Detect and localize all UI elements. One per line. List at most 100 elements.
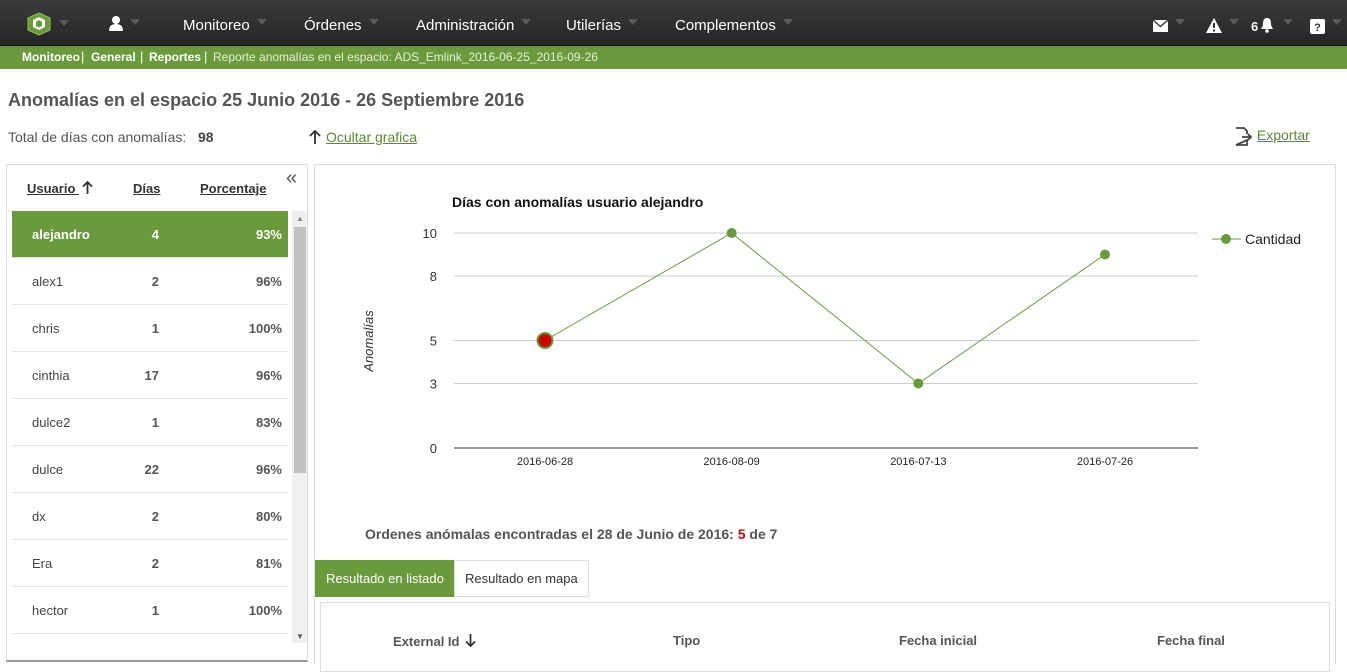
user-cell: cinthia (32, 368, 70, 383)
data-point (1100, 249, 1110, 260)
chevron-down-icon (1229, 19, 1239, 25)
anomalies-line-chart: Días con anomalías usuario alejandro 0 3 5 8… (361, 194, 1301, 468)
table-row[interactable]: hector 1 100% (12, 587, 288, 634)
nav-administracion[interactable]: Administración (416, 17, 532, 34)
y-tick-label: 3 (430, 377, 437, 392)
breadcrumb: Monitoreo | General | Reportes | Reporte… (0, 46, 1347, 69)
chevron-down-icon (1175, 19, 1185, 25)
days-cell: 2 (151, 509, 159, 524)
arrow-up-icon (309, 130, 321, 144)
nav-administracion-label: Administración (416, 17, 515, 34)
chevron-down-icon (782, 19, 793, 25)
nav-ordenes[interactable]: Órdenes (304, 17, 379, 34)
nav-complementos-label: Complementos (675, 17, 776, 34)
warning-icon (1206, 18, 1222, 33)
user-cell: alejandro (32, 227, 90, 242)
data-point (726, 228, 737, 238)
table-row[interactable]: cinthia 17 96% (12, 352, 288, 399)
y-tick-label: 8 (430, 269, 437, 284)
table-row[interactable]: dulce2 1 83% (12, 399, 288, 446)
bell-icon (1261, 18, 1273, 33)
user-menu[interactable] (108, 15, 140, 36)
breadcrumb-separator: | (81, 49, 85, 64)
days-cell: 1 (151, 321, 159, 336)
table-row[interactable]: dulce 22 96% (12, 446, 288, 493)
column-header-porcentaje[interactable]: Porcentaje (200, 181, 266, 196)
data-point-selected (536, 332, 554, 349)
breadcrumb-general[interactable]: General (91, 50, 136, 64)
results-header-fecha-final[interactable]: Fecha final (1157, 633, 1225, 648)
series-line-cantidad (544, 232, 1106, 385)
sort-asc-icon (82, 180, 93, 194)
days-cell: 22 (144, 462, 159, 477)
summary-text: Ordenes anómalas encontradas el 28 de Ju… (365, 526, 734, 542)
percentage-cell: 96% (255, 368, 282, 383)
user-cell: Era (32, 556, 53, 571)
table-row[interactable]: Era 2 81% (12, 540, 288, 587)
table-scrollbar[interactable]: ▲ ▼ (292, 211, 307, 643)
percentage-cell: 100% (248, 603, 282, 618)
days-cell: 17 (144, 368, 159, 383)
breadcrumb-reportes[interactable]: Reportes (149, 50, 201, 64)
tab-list-results[interactable]: Resultado en listado (315, 560, 455, 597)
mail-icon (1153, 20, 1168, 32)
column-header-dias[interactable]: Días (133, 181, 160, 196)
legend-label: Cantidad (1245, 231, 1301, 247)
breadcrumb-monitoreo[interactable]: Monitoreo (22, 50, 80, 64)
scroll-down-icon[interactable]: ▼ (296, 632, 304, 641)
total-days-label: Total de días con anomalías: (8, 129, 187, 145)
user-cell: hector (32, 603, 69, 618)
export-link[interactable]: Exportar (1234, 127, 1310, 146)
days-cell: 2 (151, 274, 159, 289)
collapse-panel-icon[interactable]: « (286, 168, 297, 188)
days-cell: 4 (151, 227, 159, 242)
chart-panel: Días con anomalías usuario alejandro 0 3 5 8… (314, 164, 1336, 672)
table-row[interactable]: alex1 2 96% (12, 258, 288, 305)
nav-complementos[interactable]: Complementos (675, 17, 793, 34)
user-cell: dulce (32, 462, 64, 477)
chevron-down-icon (1283, 19, 1293, 25)
svg-text:?: ? (1314, 22, 1321, 34)
results-table: External Id Tipo Fecha inicial Fecha fin… (320, 602, 1330, 672)
summary-found-count: 5 (737, 526, 746, 542)
nav-monitoreo[interactable]: Monitoreo (183, 17, 267, 34)
legend-marker (1221, 234, 1231, 244)
results-header-external-id-label: External Id (393, 634, 460, 649)
help-icon: ? (1310, 19, 1325, 34)
percentage-cell: 96% (255, 462, 282, 477)
user-cell: alex1 (32, 274, 64, 289)
summary-total-count: 7 (769, 526, 778, 542)
hide-chart-link[interactable]: Ocultar grafica (309, 129, 418, 145)
scroll-up-icon[interactable]: ▲ (296, 214, 304, 223)
chevron-down-icon (256, 19, 267, 25)
nav-utilerias[interactable]: Utilerías (566, 17, 639, 34)
x-tick-label: 2016-06-28 (517, 456, 573, 468)
results-header-tipo[interactable]: Tipo (673, 633, 700, 648)
column-header-usuario[interactable]: Usuario (27, 180, 93, 196)
top-navbar: Monitoreo Órdenes Administración Utilerí… (0, 0, 1347, 46)
page-title: Anomalías en el espacio 25 Junio 2016 - … (8, 90, 525, 110)
app-logo-icon[interactable] (27, 12, 51, 36)
scrollbar-thumb[interactable] (294, 227, 306, 473)
column-header-usuario-label: Usuario (27, 181, 76, 196)
percentage-cell: 80% (255, 509, 282, 524)
user-icon (109, 16, 123, 31)
tab-map-results[interactable]: Resultado en mapa (454, 560, 589, 597)
results-header-external-id[interactable]: External Id (393, 634, 476, 649)
x-tick-label: 2016-07-13 (890, 456, 946, 468)
table-row[interactable]: dx 2 80% (12, 493, 288, 540)
user-cell: chris (32, 321, 60, 336)
logo-dropdown-caret[interactable] (59, 20, 69, 26)
days-cell: 1 (151, 415, 159, 430)
y-tick-label: 5 (430, 334, 437, 349)
table-row[interactable]: chris 1 100% (12, 305, 288, 352)
hide-chart-label: Ocultar grafica (326, 129, 418, 145)
data-point (913, 378, 924, 389)
anomalous-orders-summary: Ordenes anómalas encontradas el 28 de Ju… (365, 526, 777, 542)
nav-monitoreo-label: Monitoreo (183, 17, 250, 34)
percentage-cell: 93% (255, 227, 282, 242)
x-tick-label: 2016-08-09 (704, 456, 760, 468)
table-row[interactable]: alejandro 4 93% (12, 211, 288, 258)
percentage-cell: 81% (255, 556, 282, 571)
results-header-fecha-inicial[interactable]: Fecha inicial (899, 633, 977, 648)
